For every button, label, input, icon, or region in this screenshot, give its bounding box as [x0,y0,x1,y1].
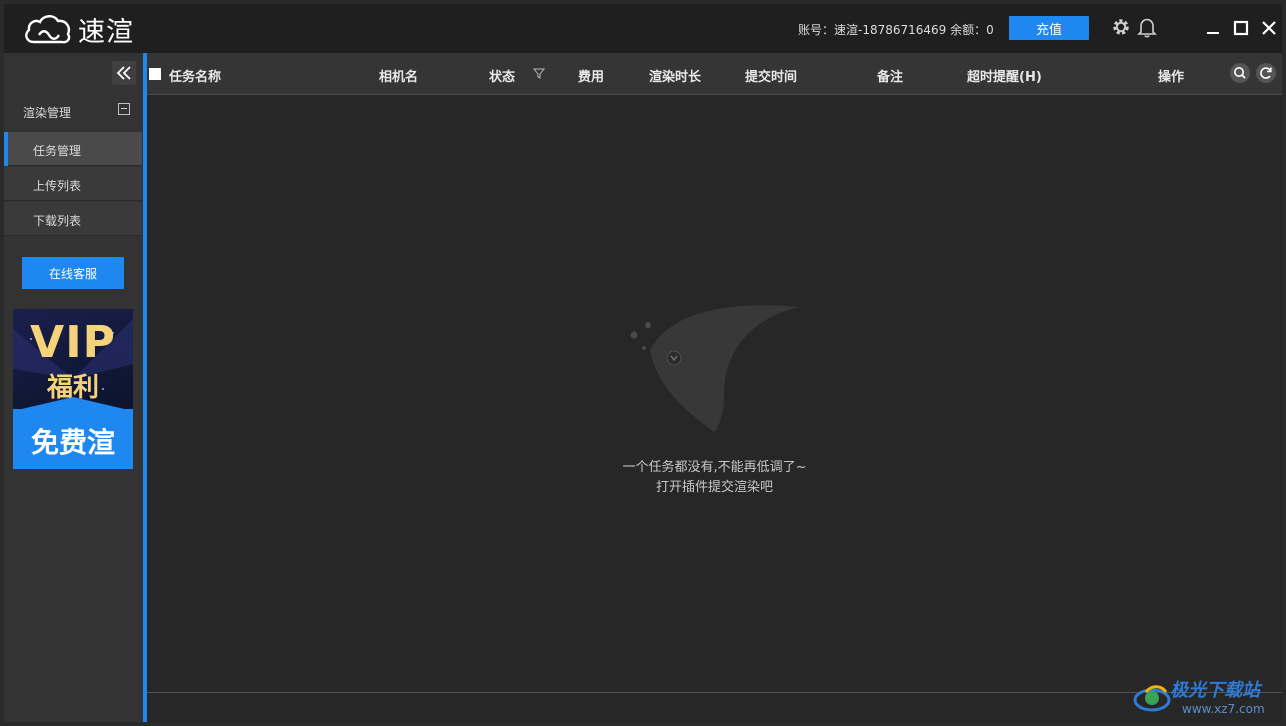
empty-message-line2: 打开插件提交渲染吧 [655,480,773,495]
online-service-button[interactable]: 在线客服 [22,257,124,289]
task-table-header: 任务名称 相机名 状态 费用 渲染时长 提交时间 备注 超时提醒(H) 操作 [147,53,1282,95]
col-camera-name[interactable]: 相机名 [379,66,418,85]
cloud-logo-icon [25,15,71,44]
minimize-icon[interactable] [1204,19,1222,37]
sidebar-group-render[interactable]: 渲染管理 [4,95,143,125]
col-remark[interactable]: 备注 [877,66,903,85]
sidebar-item-task-manage[interactable]: 任务管理 [4,132,142,166]
collapse-group-icon[interactable] [118,103,130,115]
app-window: 速渲 账号：速渲-18786716469 余额：0 充值 渲染管理 任务管理 上… [4,4,1282,722]
vip-banner[interactable]: VIP 福利 免费渲 [13,309,133,469]
collapse-sidebar-button[interactable] [112,61,136,85]
refresh-icon [1260,67,1272,79]
recharge-button[interactable]: 充值 [1009,16,1089,40]
gear-icon[interactable] [1110,16,1132,38]
sidebar: 渲染管理 任务管理 上传列表 下载列表 在线客服 VIP 福利 免费渲 [4,53,143,722]
watermark-logo-icon [1133,685,1171,712]
watermark-url: www.xz7.com [1182,702,1265,716]
account-info: 账号：速渲-18786716469 余额：0 [798,23,994,37]
vip-title: VIP [30,317,116,368]
col-task-name[interactable]: 任务名称 [169,66,221,85]
search-icon [1234,67,1246,79]
sidebar-item-label: 上传列表 [33,179,82,193]
col-actions: 操作 [1158,70,1185,85]
col-timeout-reminder[interactable]: 超时提醒(H) [967,66,1042,85]
refresh-button[interactable] [1256,63,1276,83]
double-chevron-left-icon [116,66,131,80]
col-render-duration[interactable]: 渲染时长 [649,66,701,85]
title-bar: 速渲 账号：速渲-18786716469 余额：0 充值 [4,4,1282,53]
search-button[interactable] [1230,63,1250,83]
sidebar-item-label: 下载列表 [33,214,82,228]
empty-message-line1: 一个任务都没有,不能再低调了~ [622,460,807,475]
sidebar-item-download-list[interactable]: 下载列表 [4,202,142,236]
logo-text: 速渲 [78,16,134,48]
empty-fish-illustration [630,305,799,432]
select-all-checkbox[interactable] [149,68,161,80]
close-icon[interactable] [1260,19,1278,37]
sidebar-divider[interactable] [143,53,147,722]
bell-icon[interactable] [1136,16,1158,38]
col-status[interactable]: 状态 [489,66,515,85]
filter-icon[interactable] [533,67,545,79]
col-cost[interactable]: 费用 [578,66,604,85]
col-submit-time[interactable]: 提交时间 [745,66,797,85]
vip-free-render: 免费渲 [30,426,115,459]
watermark: 极光下载站 www.xz7.com [1132,676,1282,722]
sidebar-item-label: 任务管理 [33,144,82,158]
sidebar-group-label: 渲染管理 [23,106,72,120]
sidebar-item-upload-list[interactable]: 上传列表 [4,167,142,201]
maximize-icon[interactable] [1232,19,1250,37]
app-logo: 速渲 [22,12,134,48]
watermark-title: 极光下载站 [1170,680,1260,701]
footer-divider [147,692,1282,693]
